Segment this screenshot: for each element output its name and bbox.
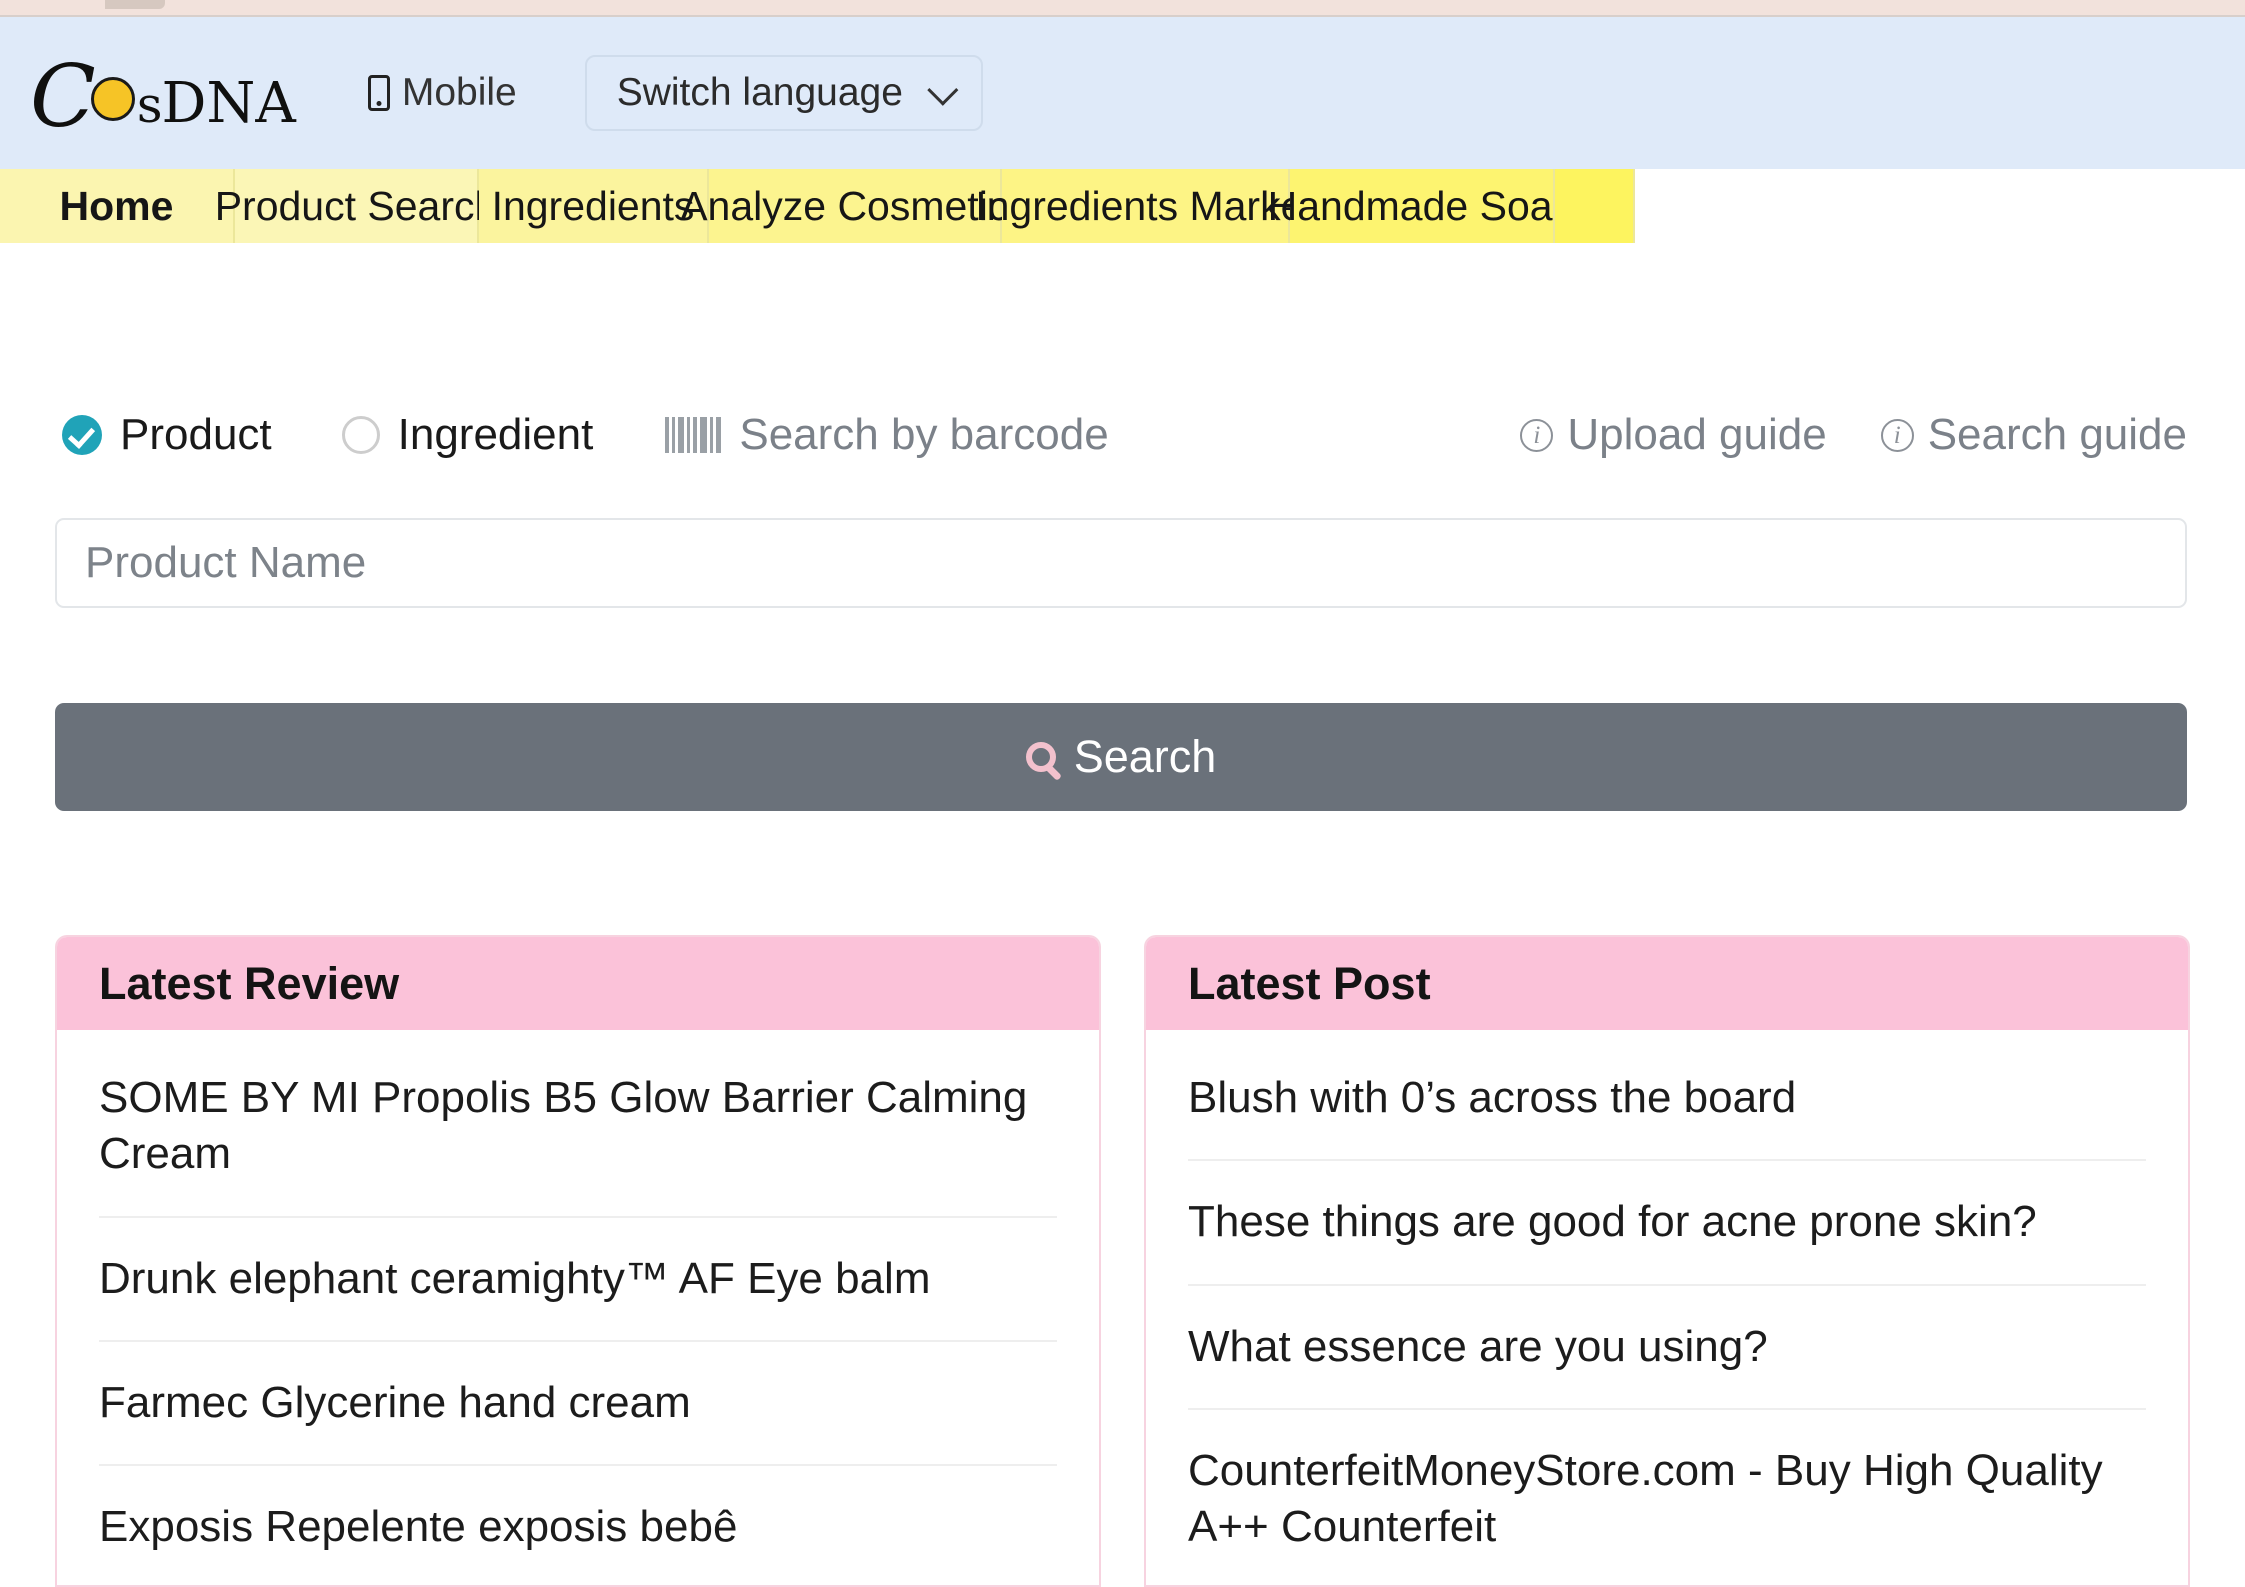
search-button[interactable]: Search: [55, 703, 2187, 811]
search-guide-link[interactable]: i Search guide: [1880, 410, 2187, 460]
search-button-label: Search: [1073, 731, 1217, 782]
latest-review-item[interactable]: Drunk elephant ceramighty™ AF Eye balm: [99, 1218, 1057, 1342]
nav-item-analyze-cosmetics[interactable]: Analyze Cosmetics: [680, 169, 1029, 243]
search-by-barcode-link[interactable]: Search by barcode: [665, 410, 1109, 460]
radio-unselected-icon: [341, 416, 380, 454]
nav-item-label: Handmade Soap: [1267, 182, 1576, 229]
main-nav: Home Product Search Ingredients Analyze Cos…: [0, 169, 2245, 243]
upload-guide-link[interactable]: i Upload guide: [1520, 410, 1827, 460]
logo-letter-c: C: [30, 47, 96, 147]
nav-item-label: Product Search: [214, 182, 498, 229]
latest-post-item[interactable]: Blush with 0’s across the board: [1188, 1030, 2146, 1162]
search-input[interactable]: [55, 518, 2187, 608]
logo-letter-s: s: [136, 76, 163, 134]
search-guide-label: Search guide: [1927, 410, 2187, 459]
nav-item-handmade-soap[interactable]: Handmade Soap: [1268, 169, 1575, 243]
info-circle-icon: i: [1880, 418, 1914, 452]
nav-item-label: Ingredients: [491, 182, 695, 229]
panels-row: Latest Review SOME BY MI Propolis B5 Glo…: [0, 935, 2245, 1587]
latest-post-list: Blush with 0’s across the board These thi…: [1146, 1030, 2188, 1585]
latest-review-item[interactable]: Exposis Repelente exposis bebê: [99, 1466, 1057, 1585]
latest-post-item[interactable]: What essence are you using?: [1188, 1286, 2146, 1410]
nav-item-ingredients-market[interactable]: Ingredients Market: [975, 169, 1315, 243]
latest-review-item[interactable]: SOME BY MI Propolis B5 Glow Barrier Calm…: [99, 1030, 1057, 1218]
latest-review-panel: Latest Review SOME BY MI Propolis B5 Glo…: [55, 935, 1101, 1587]
latest-review-title: Latest Review: [57, 937, 1099, 1030]
nav-item-home[interactable]: Home: [0, 169, 235, 243]
search-options-row: Product Ingredient Search by barcode i U…: [0, 404, 2245, 466]
latest-post-item[interactable]: CounterfeitMoneyStore.com - Buy High Qua…: [1188, 1410, 2146, 1585]
radio-product-label: Product: [120, 410, 272, 459]
nav-item-label: Home: [59, 182, 174, 229]
latest-post-title: Latest Post: [1146, 937, 2188, 1030]
magnifier-icon: [1025, 742, 1056, 772]
mobile-link[interactable]: Mobile: [367, 71, 517, 115]
logo-letters-dna: DNA: [161, 71, 296, 136]
site-header: Cs DNA Mobile Switch language: [0, 17, 2245, 169]
latest-post-panel: Latest Post Blush with 0’s across the bo…: [1144, 935, 2190, 1587]
nav-item-ingredients[interactable]: Ingredients: [479, 169, 709, 243]
latest-review-item[interactable]: Farmec Glycerine hand cream: [99, 1342, 1057, 1467]
search-by-barcode-label: Search by barcode: [739, 410, 1109, 459]
nav-item-label: Ingredients Market: [975, 182, 1315, 229]
mobile-label: Mobile: [401, 71, 517, 114]
radio-ingredient-label: Ingredient: [397, 410, 594, 459]
info-circle-icon: i: [1520, 418, 1554, 452]
switch-language-button[interactable]: Switch language: [584, 55, 983, 131]
switch-language-label: Switch language: [616, 71, 903, 114]
radio-ingredient[interactable]: Ingredient: [341, 410, 594, 460]
logo-yellow-dot-icon: [90, 77, 135, 121]
cosdna-logo[interactable]: Cs DNA: [30, 50, 296, 140]
radio-product[interactable]: Product: [62, 410, 272, 460]
nav-item-product-search[interactable]: Product Search: [215, 169, 497, 243]
nav-filler: [1555, 169, 1635, 243]
chevron-down-icon: [927, 74, 959, 106]
radio-selected-icon: [62, 415, 102, 455]
browser-top-strip: [0, 0, 2245, 17]
browser-tab-remnant: [105, 0, 165, 9]
latest-post-item[interactable]: These things are good for acne prone ski…: [1188, 1161, 2146, 1286]
phone-icon: [367, 75, 390, 111]
latest-review-list: SOME BY MI Propolis B5 Glow Barrier Calm…: [57, 1030, 1099, 1585]
barcode-icon: [665, 417, 722, 453]
upload-guide-label: Upload guide: [1567, 410, 1827, 459]
